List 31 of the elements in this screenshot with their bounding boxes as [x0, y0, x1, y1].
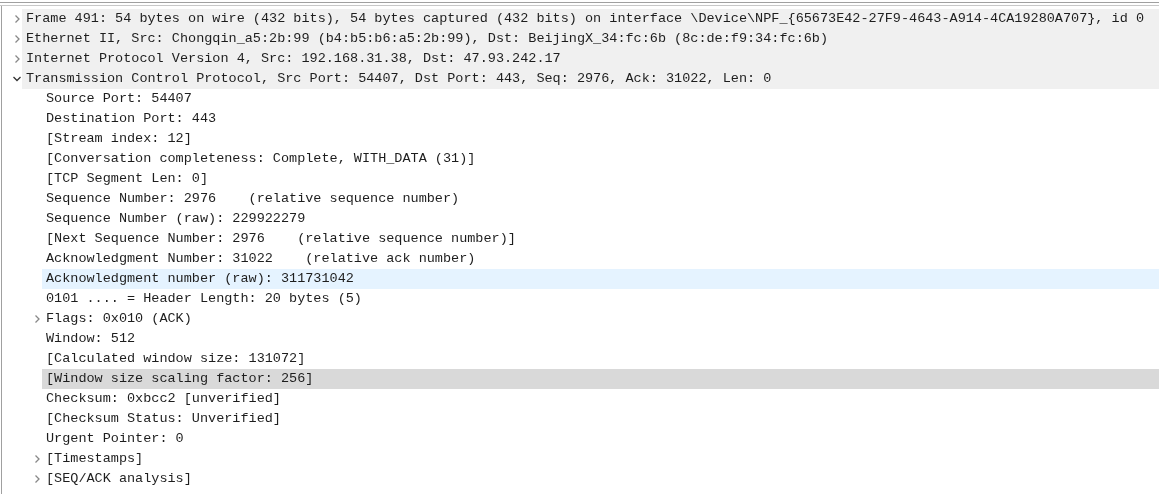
- tree-item[interactable]: Acknowledgment number (raw): 311731042: [42, 269, 1159, 289]
- chevron-right-icon[interactable]: [32, 314, 42, 324]
- tree-item[interactable]: Checksum: 0xbcc2 [unverified]: [42, 389, 1159, 409]
- tree-item[interactable]: Internet Protocol Version 4, Src: 192.168.31.38, Dst: 47.93.242.17: [22, 49, 1159, 69]
- chevron-right-icon[interactable]: [32, 474, 42, 484]
- tree-item[interactable]: 0101 .... = Header Length: 20 bytes (5): [42, 289, 1159, 309]
- tree-item[interactable]: [Calculated window size: 131072]: [42, 349, 1159, 369]
- tree-item[interactable]: Flags: 0x010 (ACK): [42, 309, 1159, 329]
- chevron-right-icon[interactable]: [12, 34, 22, 44]
- tree-item[interactable]: Ethernet II, Src: Chongqin_a5:2b:99 (b4:b5:b6:a5:2b:99), Dst: BeijingX_34:fc:6b (8c:de:f9:34:fc:6b): [22, 29, 1159, 49]
- tree-item[interactable]: Sequence Number: 2976 (relative sequence number): [42, 189, 1159, 209]
- chevron-right-icon[interactable]: [12, 54, 22, 64]
- tree-item[interactable]: [Checksum Status: Unverified]: [42, 409, 1159, 429]
- tree-item[interactable]: Window: 512: [42, 329, 1159, 349]
- tree-item[interactable]: Transmission Control Protocol, Src Port: 54407, Dst Port: 443, Seq: 2976, Ack: 31022, Len: 0: [22, 69, 1159, 89]
- tree-item[interactable]: Urgent Pointer: 0: [42, 429, 1159, 449]
- chevron-right-icon[interactable]: [12, 14, 22, 24]
- tree-item[interactable]: Acknowledgment Number: 31022 (relative ack number): [42, 249, 1159, 269]
- tree-item[interactable]: [TCP Segment Len: 0]: [42, 169, 1159, 189]
- tree-item[interactable]: Destination Port: 443: [42, 109, 1159, 129]
- tree-item[interactable]: [Stream index: 12]: [42, 129, 1159, 149]
- chevron-right-icon[interactable]: [32, 454, 42, 464]
- tree-item[interactable]: [Conversation completeness: Complete, WITH_DATA (31)]: [42, 149, 1159, 169]
- tree-item[interactable]: Source Port: 54407: [42, 89, 1159, 109]
- tree-item[interactable]: [Timestamps]: [42, 449, 1159, 469]
- tree-item[interactable]: Sequence Number (raw): 229922279: [42, 209, 1159, 229]
- tree-item[interactable]: [Window size scaling factor: 256]: [42, 369, 1159, 389]
- tree-item[interactable]: Frame 491: 54 bytes on wire (432 bits), 54 bytes captured (432 bits) on interface \Device\NPF_{65673E42-27F9-4643-A914-4CA19280A707}, id 0: [22, 9, 1159, 29]
- tree-item[interactable]: [Next Sequence Number: 2976 (relative sequence number)]: [42, 229, 1159, 249]
- chevron-down-icon[interactable]: [12, 74, 22, 84]
- tree-item[interactable]: [SEQ/ACK analysis]: [42, 469, 1159, 489]
